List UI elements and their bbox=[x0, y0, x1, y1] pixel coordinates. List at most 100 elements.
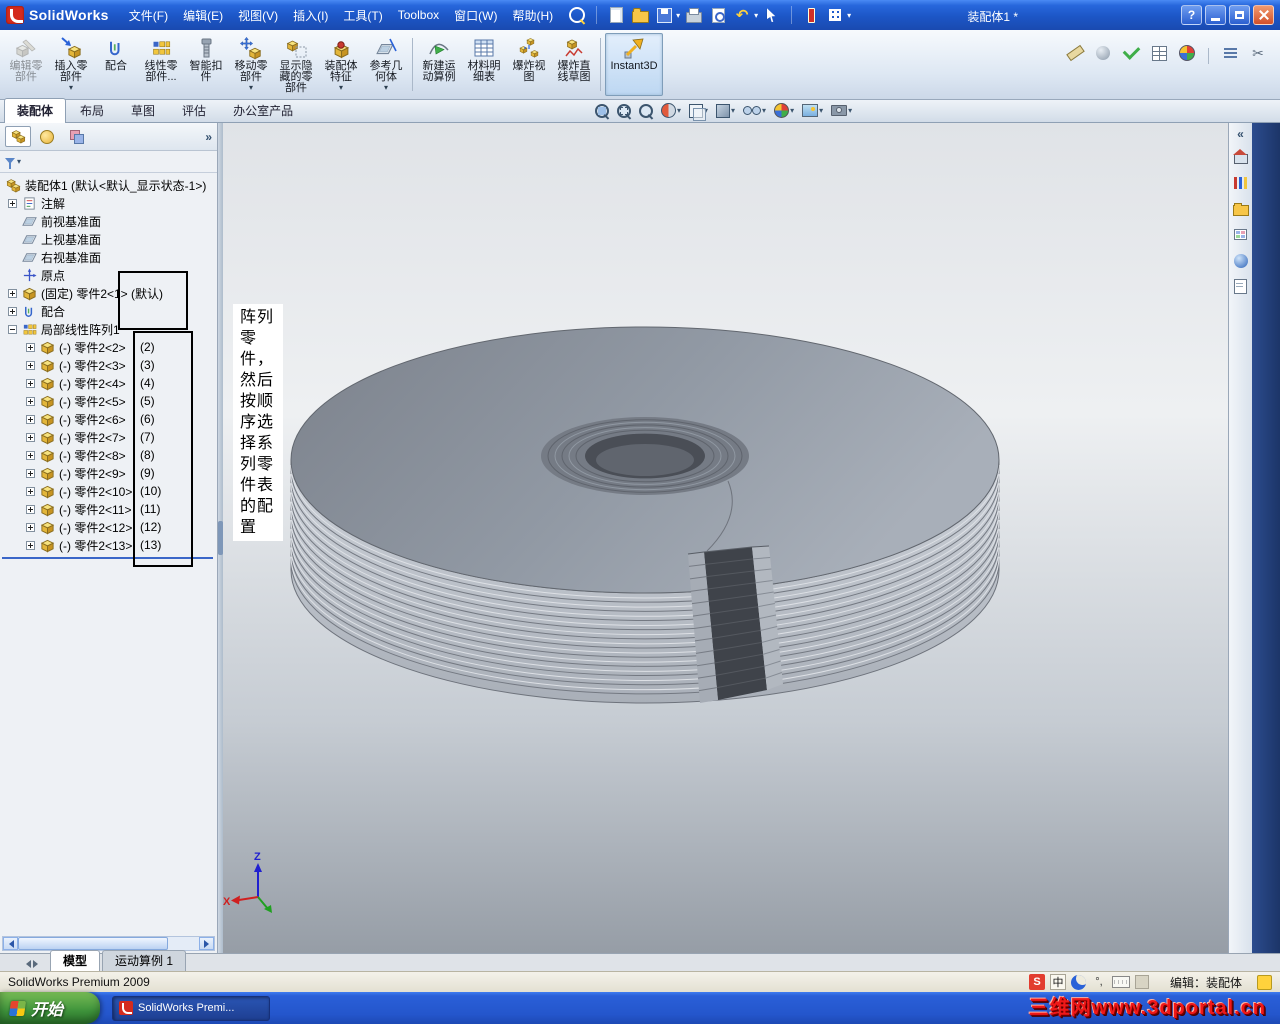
search-button[interactable] bbox=[567, 5, 587, 25]
tree-filter-bar[interactable] bbox=[0, 151, 217, 173]
tree-item-assembly-root[interactable]: 装配体1 (默认<默认_显示状态-1>) bbox=[0, 176, 217, 194]
minimize-button[interactable] bbox=[1205, 5, 1226, 25]
chevron-down-icon[interactable] bbox=[677, 106, 681, 115]
file-explorer-button[interactable] bbox=[1232, 200, 1249, 217]
solidworks-resources-button[interactable] bbox=[1232, 148, 1249, 165]
expander-icon[interactable] bbox=[26, 432, 35, 442]
chevron-down-icon[interactable] bbox=[676, 11, 680, 20]
featuremanager-tab[interactable] bbox=[5, 126, 31, 147]
trim-button[interactable] bbox=[1248, 43, 1268, 63]
chevron-down-icon[interactable] bbox=[384, 84, 388, 92]
expander-icon[interactable] bbox=[26, 378, 35, 388]
quick-tips-icon[interactable] bbox=[1257, 974, 1272, 990]
collapse-chevron-icon[interactable] bbox=[1237, 129, 1244, 139]
chevron-down-icon[interactable] bbox=[819, 106, 823, 115]
view-orientation-button[interactable] bbox=[689, 103, 708, 121]
chevron-down-icon[interactable] bbox=[790, 106, 794, 115]
panel-overflow-chevron-icon[interactable] bbox=[205, 130, 212, 144]
menu-help[interactable]: 帮助(H) bbox=[505, 4, 560, 27]
chevron-down-icon[interactable] bbox=[847, 11, 851, 20]
stacked-washer-model[interactable]: Z X bbox=[223, 326, 1000, 913]
zoom-in-out-button[interactable] bbox=[639, 103, 653, 118]
expander-icon[interactable] bbox=[8, 198, 17, 208]
ime-fullwidth-moon-icon[interactable] bbox=[1070, 974, 1086, 990]
chevron-down-icon[interactable] bbox=[69, 84, 73, 92]
menu-edit[interactable]: 编辑(E) bbox=[176, 4, 230, 27]
scroll-left-button[interactable] bbox=[3, 937, 18, 950]
expander-icon[interactable] bbox=[8, 306, 17, 316]
tab-model[interactable]: 模型 bbox=[50, 950, 101, 971]
smart-fasteners-button[interactable]: 智能扣件 bbox=[184, 33, 228, 96]
expander-icon[interactable] bbox=[26, 450, 35, 460]
menu-insert[interactable]: 插入(I) bbox=[286, 4, 335, 27]
tab-sketch[interactable]: 草图 bbox=[118, 98, 168, 123]
expander-icon[interactable] bbox=[26, 342, 35, 352]
expander-icon[interactable] bbox=[26, 540, 35, 550]
mate-button[interactable]: 配合 bbox=[94, 33, 138, 96]
scroll-right-button[interactable] bbox=[199, 937, 214, 950]
menu-view[interactable]: 视图(V) bbox=[231, 4, 285, 27]
view-settings-button[interactable] bbox=[831, 105, 852, 116]
display-style-button[interactable] bbox=[716, 103, 735, 118]
insert-component-button[interactable]: 插入零部件 bbox=[49, 33, 93, 96]
ime-logo-icon[interactable]: S bbox=[1028, 974, 1045, 990]
print-preview-button[interactable] bbox=[708, 5, 728, 25]
ime-toolbox-icon[interactable] bbox=[1134, 975, 1149, 989]
options-list-button[interactable] bbox=[1220, 43, 1240, 63]
tab-layout[interactable]: 布局 bbox=[67, 98, 117, 123]
check-button[interactable] bbox=[1121, 42, 1141, 63]
tree-item-top-plane[interactable]: 上视基准面 bbox=[0, 230, 217, 248]
taskbar-item-solidworks[interactable]: SolidWorks Premi... bbox=[112, 995, 270, 1021]
tab-scroll-arrows[interactable] bbox=[22, 960, 42, 968]
chevron-down-icon[interactable] bbox=[848, 106, 852, 115]
menu-window[interactable]: 窗口(W) bbox=[447, 4, 504, 27]
linear-component-pattern-button[interactable]: 线性零部件... bbox=[139, 33, 183, 96]
ime-language-toggle[interactable]: 中 bbox=[1049, 974, 1066, 990]
menu-file[interactable]: 文件(F) bbox=[122, 4, 175, 27]
appearances-button[interactable] bbox=[1232, 252, 1249, 269]
tree-item-front-plane[interactable]: 前视基准面 bbox=[0, 212, 217, 230]
save-button[interactable] bbox=[654, 5, 674, 25]
open-button[interactable] bbox=[630, 5, 650, 25]
expander-icon[interactable] bbox=[26, 522, 35, 532]
instant3d-button[interactable]: Instant3D bbox=[605, 33, 663, 96]
expander-icon[interactable] bbox=[8, 324, 17, 334]
chevron-down-icon[interactable] bbox=[731, 106, 735, 115]
menu-tools[interactable]: 工具(T) bbox=[336, 4, 389, 27]
tab-assembly[interactable]: 装配体 bbox=[4, 98, 67, 123]
expander-icon[interactable] bbox=[26, 486, 35, 496]
edit-component-button[interactable]: 编辑零部件 bbox=[4, 33, 48, 96]
new-document-button[interactable] bbox=[606, 5, 626, 25]
scrollbar-track[interactable] bbox=[18, 937, 199, 950]
horizontal-scrollbar[interactable] bbox=[2, 936, 215, 951]
assembly-features-button[interactable]: 装配体特征 bbox=[319, 33, 363, 96]
new-motion-study-button[interactable]: 新建运动算例 bbox=[417, 33, 461, 96]
selection-filter-button[interactable] bbox=[801, 5, 821, 25]
edit-appearance-button[interactable] bbox=[774, 103, 794, 118]
zoom-to-fit-button[interactable] bbox=[595, 103, 609, 118]
3d-model-viewport[interactable]: Z X bbox=[223, 123, 1228, 953]
chevron-down-icon[interactable] bbox=[17, 157, 21, 166]
apply-scene-button[interactable] bbox=[802, 104, 823, 117]
chevron-down-icon[interactable] bbox=[249, 84, 253, 92]
soft-keyboard-icon[interactable] bbox=[1111, 976, 1130, 988]
tree-item-right-plane[interactable]: 右视基准面 bbox=[0, 248, 217, 266]
view-grid-button[interactable] bbox=[825, 5, 845, 25]
expander-icon[interactable] bbox=[8, 288, 17, 298]
undo-button[interactable] bbox=[732, 5, 752, 25]
propertymanager-tab[interactable] bbox=[34, 126, 60, 147]
section-view-button[interactable] bbox=[661, 103, 681, 118]
menu-toolbox[interactable]: Toolbox bbox=[391, 5, 446, 25]
explode-line-sketch-button[interactable]: 爆炸直线草图 bbox=[552, 33, 596, 96]
graphics-area[interactable]: Z X bbox=[223, 123, 1228, 953]
chevron-down-icon[interactable] bbox=[754, 11, 758, 20]
bill-of-materials-button[interactable]: 材料明细表 bbox=[462, 33, 506, 96]
print-button[interactable] bbox=[684, 5, 704, 25]
tab-office-products[interactable]: 办公室产品 bbox=[220, 98, 306, 123]
ime-punctuation-toggle[interactable]: °, bbox=[1091, 976, 1107, 988]
mass-properties-button[interactable] bbox=[1093, 43, 1113, 63]
view-palette-button[interactable] bbox=[1232, 226, 1249, 243]
expander-icon[interactable] bbox=[26, 468, 35, 478]
select-button[interactable] bbox=[762, 5, 782, 25]
tree-item-annotations[interactable]: 注解 bbox=[0, 194, 217, 212]
